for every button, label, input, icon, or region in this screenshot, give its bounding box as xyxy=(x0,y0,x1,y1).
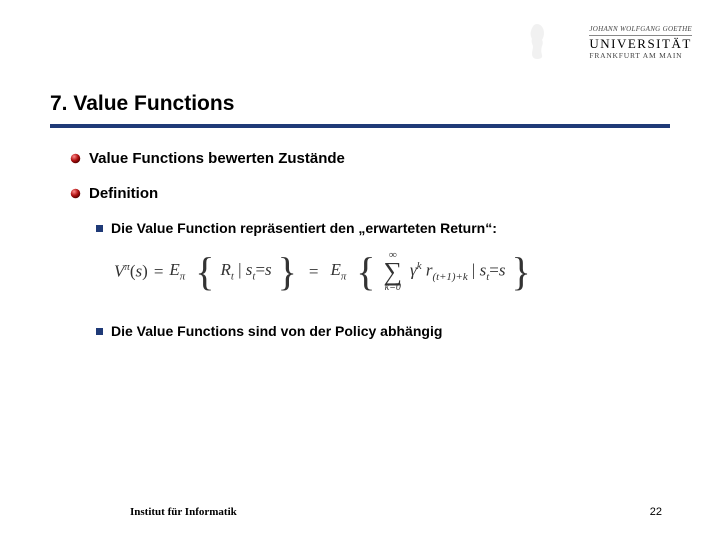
footer: Institut für Informatik 22 xyxy=(0,506,720,518)
summation: ∞ ∑ k=0 xyxy=(384,250,403,293)
logo-line-1: JOHANN WOLFGANG GOETHE xyxy=(589,26,692,33)
bullet-square-icon xyxy=(96,328,103,335)
value-function-formula: Vπ(s) = Eπ { Rt | st=s } = Eπ { ∞ ∑ k=0 … xyxy=(114,250,660,293)
title-block: 7. Value Functions xyxy=(50,92,670,128)
bullet-text: Die Value Functions sind von der Policy … xyxy=(111,323,442,339)
goethe-silhouette xyxy=(524,22,550,60)
bullet-level2: Die Value Function repräsentiert den „er… xyxy=(96,220,660,236)
bullet-text: Value Functions bewerten Zustände xyxy=(89,150,345,167)
logo-line-3: FRANKFURT AM MAIN xyxy=(589,52,692,60)
slide: JOHANN WOLFGANG GOETHE UNIVERSITÄT FRANK… xyxy=(0,0,720,540)
bullet-level1: Value Functions bewerten Zustände xyxy=(70,150,660,167)
bullet-level1: Definition xyxy=(70,185,660,202)
bullet-text: Definition xyxy=(89,185,158,202)
bullet-text: Die Value Function repräsentiert den „er… xyxy=(111,220,497,236)
title-underline xyxy=(50,124,670,128)
bullet-sphere-icon xyxy=(70,188,81,199)
content-area: Value Functions bewerten Zustände Defini… xyxy=(70,150,660,353)
slide-title: 7. Value Functions xyxy=(50,92,670,122)
bullet-sphere-icon xyxy=(70,153,81,164)
page-number: 22 xyxy=(650,506,662,518)
bullet-square-icon xyxy=(96,225,103,232)
footer-institute: Institut für Informatik xyxy=(130,506,237,518)
logo-line-2: UNIVERSITÄT xyxy=(589,37,692,51)
bullet-level2: Die Value Functions sind von der Policy … xyxy=(96,323,660,339)
university-logo: JOHANN WOLFGANG GOETHE UNIVERSITÄT FRANK… xyxy=(589,26,692,60)
